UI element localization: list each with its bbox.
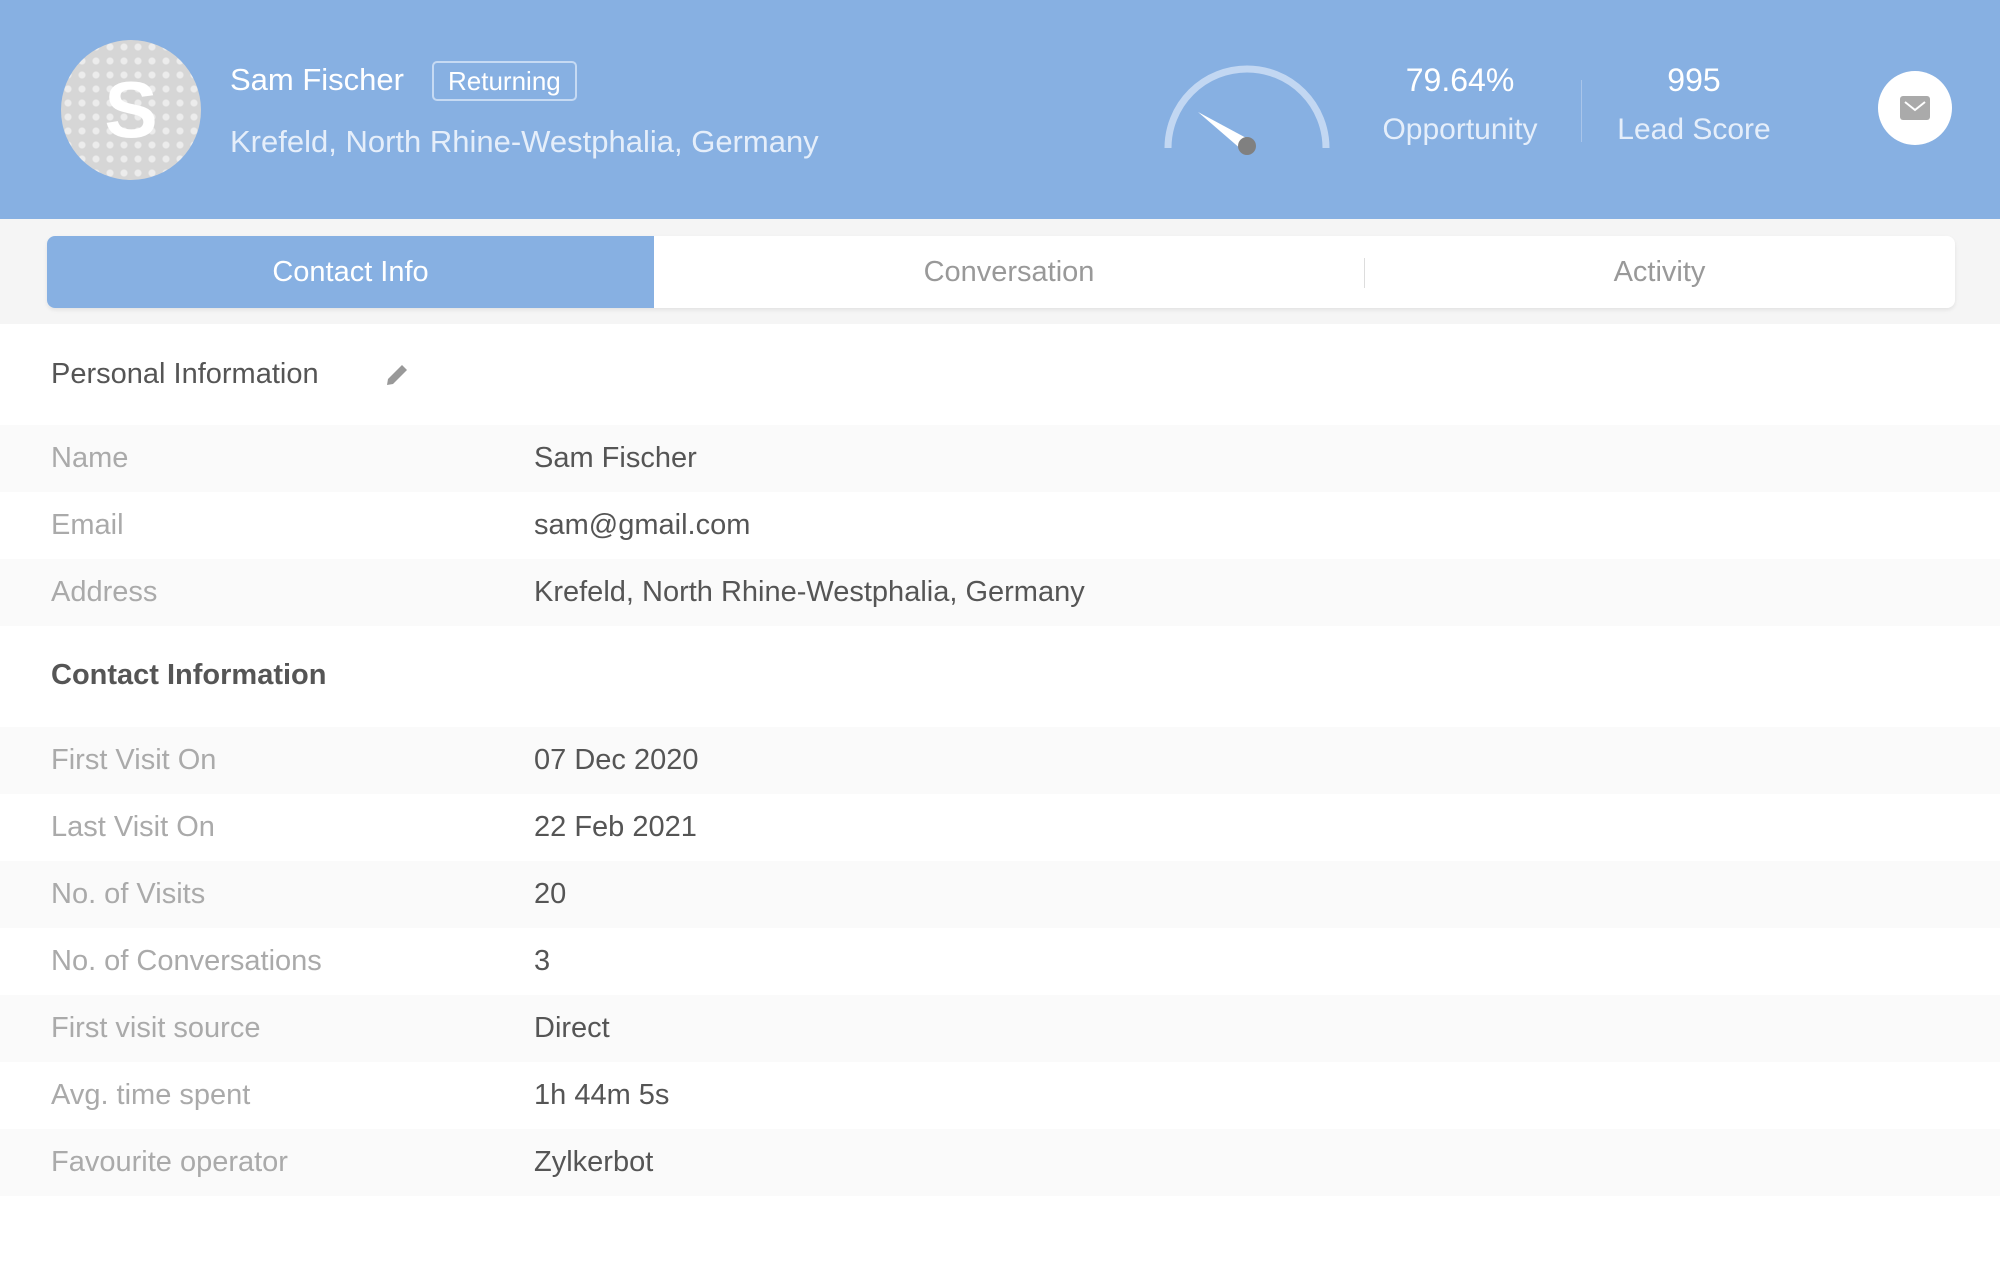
edit-pencil-icon[interactable] xyxy=(384,362,410,388)
info-value: Direct xyxy=(534,1012,610,1044)
tab-conversation[interactable]: Conversation xyxy=(654,236,1364,308)
info-value: 22 Feb 2021 xyxy=(534,811,697,843)
info-row: First visit source Direct xyxy=(0,995,2000,1062)
mail-icon xyxy=(1900,96,1930,120)
visitor-location: Krefeld, North Rhine-Westphalia, Germany xyxy=(230,124,819,159)
info-label: No. of Visits xyxy=(51,878,206,910)
info-label: Email xyxy=(51,509,124,541)
info-value: 07 Dec 2020 xyxy=(534,744,699,776)
info-label: Name xyxy=(51,442,129,474)
info-value: 1h 44m 5s xyxy=(534,1079,670,1111)
opportunity-gauge-icon xyxy=(1164,65,1330,155)
lead-score-label: Lead Score xyxy=(1617,113,1771,146)
contact-info-heading: Contact Information xyxy=(51,659,327,691)
info-row: Email sam@gmail.com xyxy=(0,492,2000,559)
info-row: Last Visit On 22 Feb 2021 xyxy=(0,794,2000,861)
info-label: Favourite operator xyxy=(51,1146,288,1178)
stat-divider xyxy=(1581,80,1582,142)
lead-score-stat: 995 Lead Score xyxy=(1584,62,1804,147)
info-label: No. of Conversations xyxy=(51,945,322,977)
info-row: No. of Conversations 3 xyxy=(0,928,2000,995)
info-label: Address xyxy=(51,576,158,608)
personal-info-heading: Personal Information xyxy=(51,358,319,390)
info-value: Zylkerbot xyxy=(534,1146,654,1178)
info-label: Last Visit On xyxy=(51,811,215,843)
tab-divider xyxy=(1364,258,1365,288)
info-label: Avg. time spent xyxy=(51,1079,251,1111)
info-row: Favourite operator Zylkerbot xyxy=(0,1129,2000,1196)
info-value: Krefeld, North Rhine-Westphalia, Germany xyxy=(534,576,1085,608)
tab-contact-info[interactable]: Contact Info xyxy=(47,236,654,308)
visitor-header: S Sam Fischer Returning Krefeld, North R… xyxy=(0,0,2000,219)
info-label: First visit source xyxy=(51,1012,261,1044)
opportunity-stat: 79.64% Opportunity xyxy=(1350,62,1570,147)
info-row: No. of Visits 20 xyxy=(0,861,2000,928)
info-row: Name Sam Fischer xyxy=(0,425,2000,492)
lead-score-value: 995 xyxy=(1667,62,1721,98)
info-value: sam@gmail.com xyxy=(534,509,751,541)
email-button[interactable] xyxy=(1878,71,1952,145)
info-row: First Visit On 07 Dec 2020 xyxy=(0,727,2000,794)
info-label: First Visit On xyxy=(51,744,217,776)
info-value: Sam Fischer xyxy=(534,442,697,474)
opportunity-label: Opportunity xyxy=(1382,113,1538,146)
avatar-initial: S xyxy=(104,65,158,154)
info-value: 3 xyxy=(534,945,551,977)
status-badge: Returning xyxy=(432,61,577,101)
visitor-name: Sam Fischer xyxy=(230,62,404,97)
avatar: S xyxy=(61,40,201,180)
info-row: Avg. time spent 1h 44m 5s xyxy=(0,1062,2000,1129)
opportunity-value: 79.64% xyxy=(1405,62,1515,98)
tab-activity[interactable]: Activity xyxy=(1364,236,1955,308)
info-row: Address Krefeld, North Rhine-Westphalia, … xyxy=(0,559,2000,626)
tab-bar: Contact Info Conversation Activity xyxy=(47,236,1955,308)
info-value: 20 xyxy=(534,878,567,910)
